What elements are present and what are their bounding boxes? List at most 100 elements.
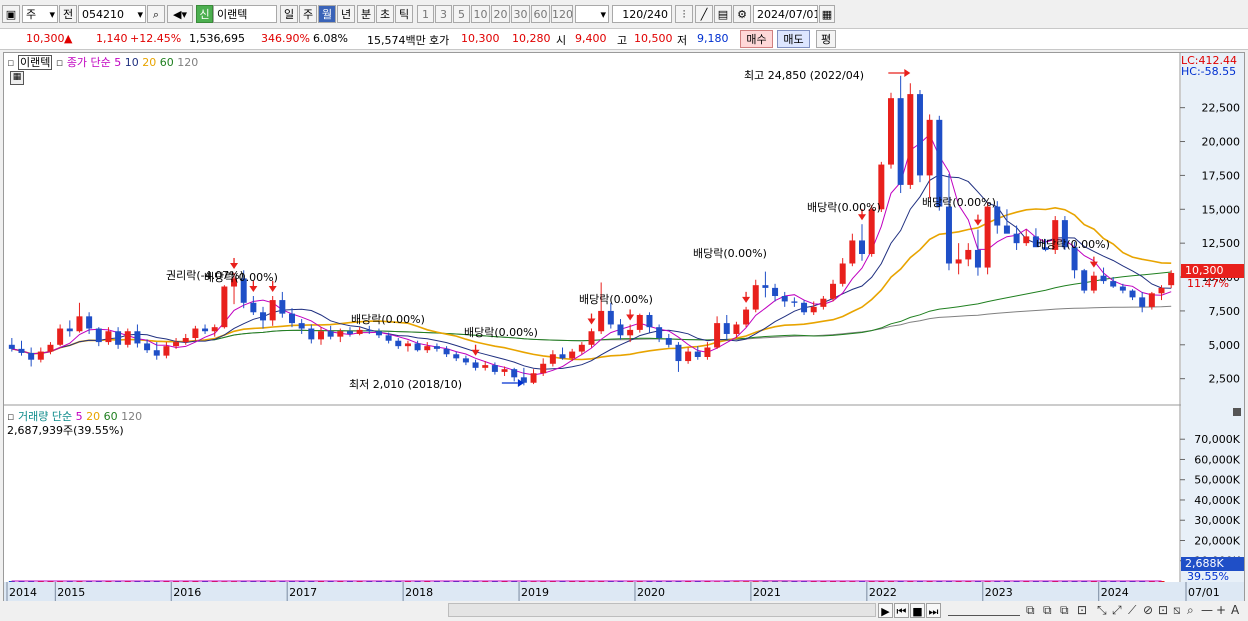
candle-body: [781, 296, 788, 302]
custom-interval-select[interactable]: ▾: [575, 5, 609, 23]
candle-body: [95, 328, 102, 343]
candle-icon[interactable]: ⫶: [675, 5, 693, 23]
price-tick-label: 15,000: [1202, 203, 1241, 216]
stock-chart[interactable]: 22,50020,00017,50015,00012,50010,0007,50…: [4, 53, 1244, 601]
draw-tool-icon[interactable]: ⊡: [1158, 603, 1168, 617]
candle-body: [414, 343, 421, 351]
layout-icon[interactable]: ⧉: [1026, 603, 1035, 618]
x-tick-label: 2019: [521, 586, 549, 599]
period-type-select[interactable]: 주 ▾: [22, 5, 58, 23]
candle-body: [433, 346, 440, 349]
calendar-icon[interactable]: ▦: [819, 5, 835, 23]
event-arrow-head: [249, 286, 258, 293]
candle-body: [849, 240, 856, 264]
interval-1[interactable]: 1: [417, 5, 434, 23]
candle-body: [211, 327, 218, 332]
font-size-icon[interactable]: A: [1231, 603, 1239, 617]
price-tick-label: 2,500: [1209, 373, 1241, 386]
x-tick-label: 2024: [1101, 586, 1129, 599]
price-tick-label: 22,500: [1202, 102, 1241, 115]
legend-box-icon: ▫: [7, 56, 15, 69]
layout-icon[interactable]: ⧉: [1060, 603, 1069, 618]
interval-60[interactable]: 60: [531, 5, 550, 23]
candle-body: [308, 328, 315, 340]
dividend-annotation: 배당락(0.00%): [351, 313, 425, 326]
play-icon[interactable]: ▶: [878, 603, 893, 618]
layout-icon[interactable]: ⊡: [1077, 603, 1087, 617]
tab-year[interactable]: 년: [337, 5, 355, 23]
prev-button[interactable]: 전: [59, 5, 77, 23]
zoom-out-icon[interactable]: —: [1201, 603, 1213, 617]
event-arrow-head: [587, 318, 596, 325]
candle-body: [47, 344, 54, 352]
candle-body: [404, 343, 411, 347]
stock-name-field[interactable]: 이랜텍: [213, 5, 277, 23]
min-annotation: 최저 2,010 (2018/10): [349, 378, 463, 391]
sell-button[interactable]: 매도: [777, 30, 810, 48]
tab-minute[interactable]: 분: [357, 5, 375, 23]
candle-body: [656, 327, 663, 339]
period-type-value: 주: [26, 8, 37, 21]
candle-body: [395, 340, 402, 347]
zoom-slider[interactable]: [948, 605, 1020, 616]
line-tool-icon[interactable]: ╱: [695, 5, 713, 23]
candle-body: [124, 331, 131, 345]
candle-body: [115, 331, 122, 345]
sound-icon[interactable]: ◀▾: [167, 5, 193, 23]
chevron-down-icon: ▾: [137, 8, 143, 21]
draw-tool-icon[interactable]: ⤢: [1112, 603, 1122, 618]
legend-vol-ma120: 120: [121, 410, 143, 423]
candle-body: [1148, 293, 1155, 307]
panel-close-icon[interactable]: [1233, 408, 1241, 416]
dividend-annotation: 배당락(0.00%): [807, 201, 881, 214]
max-arrow-head: [904, 69, 911, 77]
draw-tool-icon[interactable]: ⊘: [1143, 603, 1153, 617]
rewind-icon[interactable]: ⏮: [894, 603, 909, 618]
gear-icon[interactable]: ⚙: [733, 5, 751, 23]
interval-30[interactable]: 30: [511, 5, 530, 23]
stop-icon[interactable]: ■: [910, 603, 925, 618]
current-price: 10,300: [26, 32, 65, 45]
zoom-icon[interactable]: ⌕: [1187, 603, 1194, 618]
tab-tick[interactable]: 틱: [395, 5, 413, 23]
scroll-track[interactable]: [448, 603, 876, 617]
event-arrow-head: [973, 219, 982, 226]
draw-tool-icon[interactable]: ⤡: [1097, 603, 1107, 618]
candle-body: [714, 323, 721, 348]
date-input[interactable]: 2024/07/01: [753, 5, 818, 23]
zoom-in-icon[interactable]: +: [1216, 603, 1226, 617]
tab-month[interactable]: 월: [318, 5, 336, 23]
forward-icon[interactable]: ⏭: [926, 603, 941, 618]
layout-icon[interactable]: ⧉: [1043, 603, 1052, 618]
price-tick-label: 20,000: [1202, 136, 1241, 149]
draw-tool-icon[interactable]: ⟋: [1128, 603, 1136, 618]
toolbar: ▣ 주 ▾ 전 054210 ▾ ⌕ ◀▾ 신 이랜텍 일 주 월 년 분 초 틱 …: [0, 0, 1248, 29]
save-icon[interactable]: ▤: [714, 5, 732, 23]
interval-20[interactable]: 20: [491, 5, 510, 23]
candle-body: [443, 348, 450, 355]
candle-body: [955, 259, 962, 264]
event-arrow-head: [626, 314, 635, 321]
interval-3[interactable]: 3: [435, 5, 452, 23]
tab-day[interactable]: 일: [280, 5, 298, 23]
stock-code-input[interactable]: 054210 ▾: [78, 5, 146, 23]
interval-10[interactable]: 10: [471, 5, 490, 23]
buy-button[interactable]: 매수: [740, 30, 773, 48]
count-input[interactable]: 120/240: [612, 5, 672, 23]
tab-week[interactable]: 주: [299, 5, 317, 23]
legend-ma60: 60: [159, 56, 174, 69]
eval-button[interactable]: 평: [816, 30, 836, 48]
candle-body: [1081, 270, 1088, 291]
candle-body: [1090, 275, 1097, 291]
interval-120[interactable]: 120: [551, 5, 573, 23]
tab-second[interactable]: 초: [376, 5, 394, 23]
draw-tool-icon[interactable]: ⧅: [1173, 603, 1181, 618]
search-icon[interactable]: ⌕: [147, 5, 165, 23]
hc-value: HC:-58.55: [1181, 65, 1237, 78]
interval-5[interactable]: 5: [453, 5, 470, 23]
candle-body: [298, 323, 305, 329]
grid-icon[interactable]: ▦: [10, 71, 24, 85]
window-icon[interactable]: ▣: [2, 5, 20, 23]
candle-body: [202, 328, 209, 332]
dividend-annotation: 배당락(0.00%): [579, 293, 653, 306]
